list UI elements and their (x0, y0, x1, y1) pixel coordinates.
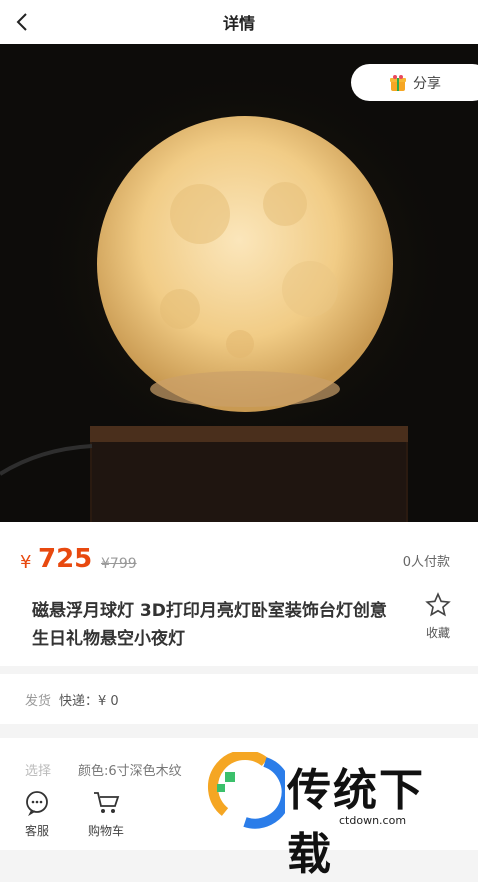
cart-label: 购物车 (88, 824, 125, 838)
watermark-url: ctdown.com (339, 814, 407, 827)
price-currency: ¥ (20, 552, 32, 573)
product-price: 725 (38, 544, 93, 574)
shipping-row: 发货 快递：¥ 0 (0, 674, 478, 724)
star-icon (425, 592, 451, 617)
gift-icon (390, 74, 406, 91)
shipping-label: 发货 (25, 693, 52, 709)
shipping-value: 快递：¥ 0 (59, 693, 119, 709)
page-title: 详情 (222, 14, 255, 33)
cart-button[interactable]: 购物车 (88, 790, 124, 839)
watermark: 传统下载 ctdown.com (205, 752, 470, 880)
product-title: 磁悬浮月球灯 3D打印月亮灯卧室装饰台灯创意生日礼物悬空小夜灯 (32, 601, 387, 649)
favorite-label: 收藏 (425, 626, 450, 640)
select-label: 选择 (25, 764, 52, 779)
original-price: ¥799 (101, 556, 137, 572)
favorite-button[interactable]: 收藏 (418, 592, 458, 641)
cart-icon (94, 792, 120, 813)
back-button[interactable] (8, 8, 36, 36)
moon-lamp-image (0, 66, 454, 522)
share-button[interactable]: 分享 (351, 64, 478, 101)
paid-count: 0人付款 (402, 555, 450, 570)
chevron-left-icon (16, 13, 27, 31)
chat-bubble-icon (26, 791, 48, 817)
product-image (0, 44, 478, 522)
customer-service-button[interactable]: 客服 (24, 790, 50, 839)
select-value: 颜色:6寸深色木纹 (78, 764, 182, 779)
watermark-logo (208, 752, 285, 829)
service-label: 客服 (24, 824, 49, 838)
header-bar: 详情 (0, 0, 478, 44)
share-label: 分享 (413, 75, 441, 92)
